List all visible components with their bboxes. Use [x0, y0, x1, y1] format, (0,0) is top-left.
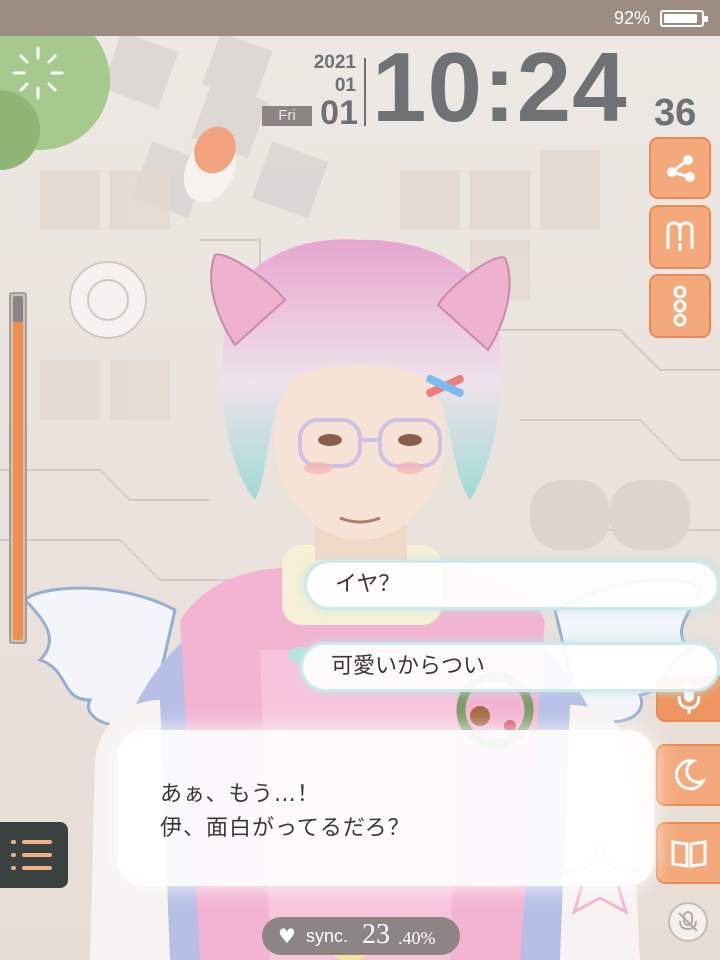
sync-value-dec: .40%	[398, 928, 436, 948]
moon-icon	[674, 759, 707, 791]
share-button[interactable]	[649, 137, 711, 199]
sync-value-int: 23	[362, 919, 390, 950]
reply-choice-1-text: イヤ？	[335, 572, 401, 597]
battery-percent: 92%	[613, 8, 650, 28]
affection-gauge	[9, 292, 27, 644]
reply-choice-1[interactable]: イヤ？	[304, 560, 720, 610]
mic-mute-icon	[678, 911, 698, 932]
share-icon	[667, 155, 695, 182]
clock-time: 10:24	[372, 32, 628, 142]
clock-year: 2021	[313, 52, 356, 73]
status-bar: 92%	[0, 0, 720, 36]
book-icon	[671, 840, 707, 868]
memory-icon	[666, 221, 694, 251]
battery-icon	[660, 10, 708, 27]
clock-day: 01	[320, 94, 358, 132]
clock-seconds: 36	[654, 92, 697, 134]
gauge-cap	[13, 296, 23, 322]
dialog-box[interactable]: あぁ、もう…！ 伊、面白がってるだろ？	[118, 730, 654, 886]
dialog-line-1: あぁ、もう…！	[160, 782, 320, 807]
memory-button[interactable]	[649, 205, 711, 269]
clock-divider	[364, 58, 366, 126]
clock-weekday: Fri	[262, 106, 312, 126]
heart-icon: ♥	[278, 924, 296, 948]
story-book-button[interactable]	[656, 822, 720, 884]
dialog-line-2: 伊、面白がってるだろ？	[160, 816, 411, 841]
more-button[interactable]	[649, 274, 711, 338]
gauge-fill	[13, 320, 23, 640]
sync-label: sync.	[306, 926, 349, 946]
mic-mute-button[interactable]	[668, 902, 708, 942]
sync-indicator: ♥ sync. 23 .40%	[262, 917, 460, 955]
reply-choice-2-text: 可愛いからつい	[331, 654, 486, 679]
night-mode-button[interactable]	[656, 744, 720, 806]
menu-button[interactable]	[0, 822, 68, 888]
reply-choice-2[interactable]: 可愛いからつい	[300, 642, 720, 692]
more-icon	[673, 285, 687, 327]
